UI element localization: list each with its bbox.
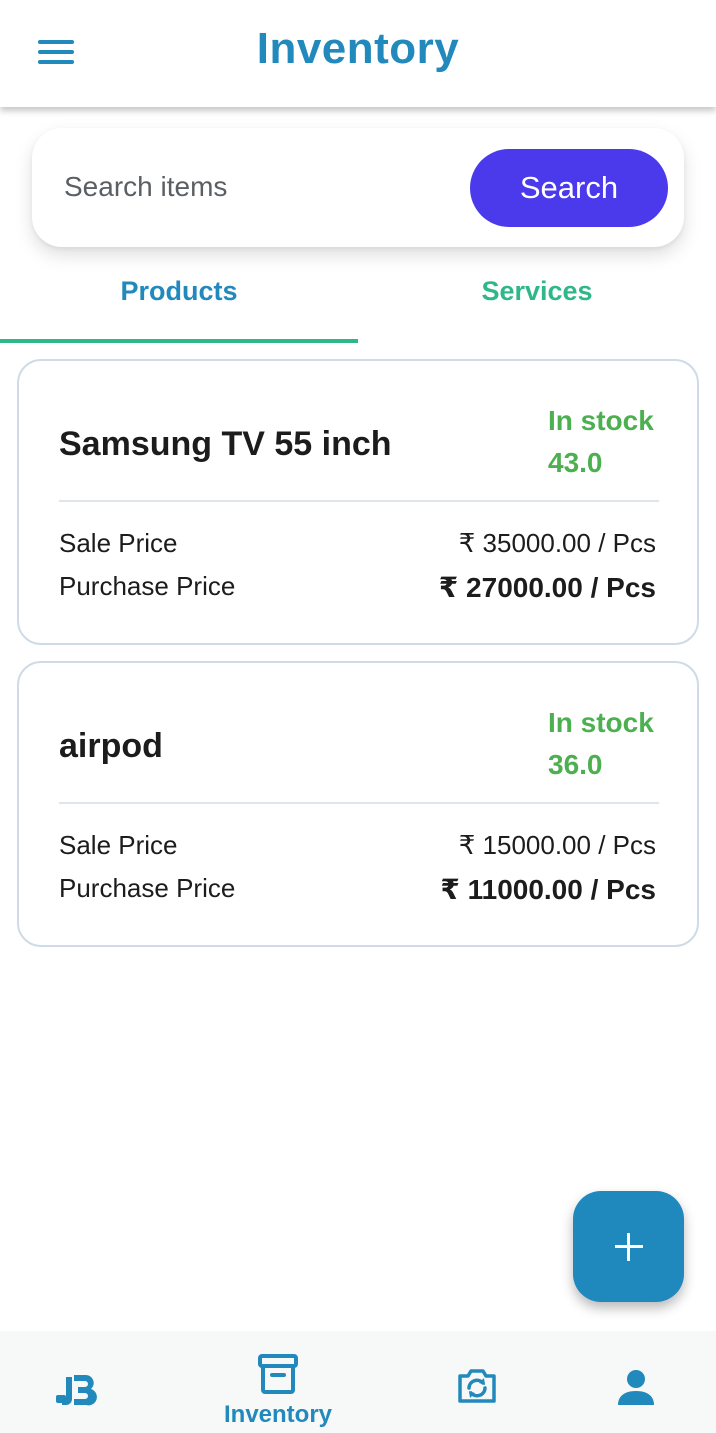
search-input[interactable]	[64, 164, 464, 210]
bottom-nav: Inventory	[0, 1331, 716, 1433]
nav-item-home[interactable]	[40, 1331, 116, 1433]
purchase-price-value: ₹ 27000.00 / Pcs	[438, 572, 656, 603]
tab-products[interactable]: Products	[0, 256, 358, 344]
nav-item-camera[interactable]	[436, 1331, 520, 1433]
purchase-price-label: Purchase Price	[59, 873, 236, 903]
add-item-button[interactable]	[573, 1191, 684, 1302]
page-title: Inventory	[256, 24, 460, 73]
nav-item-inventory[interactable]: Inventory	[210, 1331, 346, 1433]
stock-label: In stock	[548, 405, 654, 436]
archive-box-icon	[258, 1354, 298, 1394]
stock-value: 36.0	[548, 749, 603, 780]
app-header: Inventory	[0, 0, 716, 107]
tab-bar: Products Services	[0, 256, 716, 344]
nav-label-inventory: Inventory	[223, 1401, 333, 1428]
sale-price-label: Sale Price	[59, 830, 178, 860]
stock-value: 43.0	[548, 447, 603, 478]
card-divider	[59, 500, 659, 502]
active-tab-indicator	[0, 339, 358, 343]
sale-price-label: Sale Price	[59, 528, 178, 558]
sale-price-value: ₹ 15000.00 / Pcs	[458, 830, 656, 860]
jb-logo-icon	[56, 1375, 97, 1406]
camera-switch-icon	[458, 1369, 496, 1403]
card-divider	[59, 802, 659, 804]
search-card: Search	[32, 128, 684, 247]
tab-products-label: Products	[120, 276, 238, 306]
purchase-price-label: Purchase Price	[59, 571, 236, 601]
nav-item-profile[interactable]	[596, 1331, 676, 1433]
sale-price-value: ₹ 35000.00 / Pcs	[458, 528, 656, 558]
product-card[interactable]: airpod In stock 36.0 Sale Price ₹ 15000.…	[17, 661, 699, 947]
tab-services-label: Services	[481, 276, 593, 306]
stock-label: In stock	[548, 707, 654, 738]
product-card[interactable]: Samsung TV 55 inch In stock 43.0 Sale Pr…	[17, 359, 699, 645]
user-icon	[618, 1370, 654, 1405]
product-name: airpod	[59, 727, 163, 765]
tab-services[interactable]: Services	[358, 256, 716, 344]
product-name: Samsung TV 55 inch	[59, 425, 392, 463]
search-button[interactable]: Search	[470, 149, 668, 227]
app-root: Inventory Search Products Services Samsu…	[0, 0, 716, 1433]
purchase-price-value: ₹ 11000.00 / Pcs	[440, 874, 656, 905]
